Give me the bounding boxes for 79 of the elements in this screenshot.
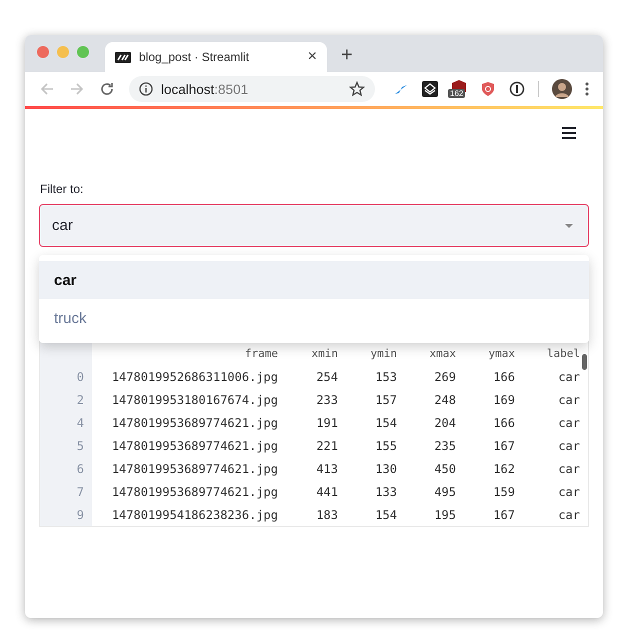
table-cell-text: 133 xyxy=(374,484,397,498)
table-cell-text: 153 xyxy=(374,370,397,384)
table-cell-text: car xyxy=(557,416,580,430)
column-header[interactable]: label xyxy=(515,347,580,360)
row-index: 5 xyxy=(40,434,92,457)
column-header[interactable]: frame xyxy=(92,347,278,360)
table-cell-text: car xyxy=(557,484,580,498)
row-index: 6 xyxy=(40,457,92,480)
table-cell-text: 157 xyxy=(374,392,397,406)
column-header[interactable]: ymax xyxy=(456,347,515,360)
table-cell-text: 441 xyxy=(315,484,338,498)
table-cell-text: 130 xyxy=(374,462,397,476)
table-cell-text: 155 xyxy=(374,438,397,452)
row-index: 0 xyxy=(40,365,92,388)
password-manager-icon[interactable] xyxy=(509,81,525,97)
column-header[interactable]: xmax xyxy=(397,347,456,360)
address-bar[interactable]: localhost:8501 xyxy=(129,76,375,102)
table-cell-text: 195 xyxy=(433,508,456,522)
table-cell-text: 235 xyxy=(433,438,456,452)
table-cell-text: 1478019954186238236.jpg xyxy=(110,508,278,522)
row-index: 2 xyxy=(40,388,92,411)
layers-icon[interactable] xyxy=(422,81,438,97)
close-tab-button[interactable]: × xyxy=(308,48,317,66)
filter-select[interactable]: car xyxy=(39,204,589,247)
table-cell-text: 1478019953689774621.jpg xyxy=(110,416,278,430)
row-index: 7 xyxy=(40,480,92,503)
table-cell-text: 183 xyxy=(315,508,338,522)
table-cell-text: car xyxy=(557,438,580,452)
table-cell-text: 269 xyxy=(433,370,456,384)
info-icon xyxy=(139,82,153,96)
dropdown-option[interactable]: car xyxy=(39,261,589,299)
dropdown-option[interactable]: truck xyxy=(39,299,589,337)
url-port: :8501 xyxy=(214,82,248,96)
row-index: 4 xyxy=(40,411,92,434)
table-cell-text: 450 xyxy=(433,462,456,476)
table-cell-text: 248 xyxy=(433,392,456,406)
table-cell-text: 1478019953180167674.jpg xyxy=(110,392,278,406)
table-cell-text: 167 xyxy=(492,508,515,522)
url-host: localhost xyxy=(161,82,214,96)
table-cell-text: 495 xyxy=(433,484,456,498)
more-icon[interactable] xyxy=(585,82,589,96)
table-cell-text: 1478019952686311006.jpg xyxy=(110,370,278,384)
table-cell-text: car xyxy=(557,370,580,384)
table-cell-text: 159 xyxy=(492,484,515,498)
table-cell-text: 191 xyxy=(315,416,338,430)
table-cell-text: 1478019953689774621.jpg xyxy=(110,438,278,452)
new-tab-button[interactable]: + xyxy=(341,44,353,67)
table-cell-text: 166 xyxy=(492,370,515,384)
reload-icon[interactable] xyxy=(99,81,115,97)
table-cell-text: 154 xyxy=(374,508,397,522)
star-icon[interactable] xyxy=(349,81,365,97)
table-cell-text: 1478019953689774621.jpg xyxy=(110,462,278,476)
table-cell-text: 169 xyxy=(492,392,515,406)
table-cell-text: 154 xyxy=(374,416,397,430)
table-cell-text: 204 xyxy=(433,416,456,430)
scrollbar-thumb[interactable] xyxy=(582,354,587,370)
tab-title: blog_post · Streamlit xyxy=(139,50,250,64)
table-cell-text: 167 xyxy=(492,438,515,452)
column-header[interactable]: ymin xyxy=(338,347,397,360)
extension-badge: 162 xyxy=(448,89,466,98)
table-cell-text: car xyxy=(557,392,580,406)
column-header[interactable]: xmin xyxy=(278,347,338,360)
avatar-icon[interactable] xyxy=(552,79,572,99)
filter-label: Filter to: xyxy=(40,182,84,196)
caret-icon xyxy=(564,222,574,228)
streamlit-logo-icon xyxy=(115,52,131,62)
table-cell-text: 233 xyxy=(315,392,338,406)
shield-icon[interactable] xyxy=(480,81,496,97)
browser-tab[interactable]: blog_post · Streamlit × xyxy=(105,42,327,72)
table-cell-text: 413 xyxy=(315,462,338,476)
table-cell-text: car xyxy=(557,462,580,476)
table-cell-text: 254 xyxy=(315,370,338,384)
menu-icon[interactable] xyxy=(561,126,577,140)
table-cell-text: 166 xyxy=(492,416,515,430)
table-cell-text: 162 xyxy=(492,462,515,476)
row-index: 9 xyxy=(40,503,92,526)
table-cell-text: 1478019953689774621.jpg xyxy=(110,484,278,498)
table-cell-text: 221 xyxy=(315,438,338,452)
table-cell-text: car xyxy=(557,508,580,522)
